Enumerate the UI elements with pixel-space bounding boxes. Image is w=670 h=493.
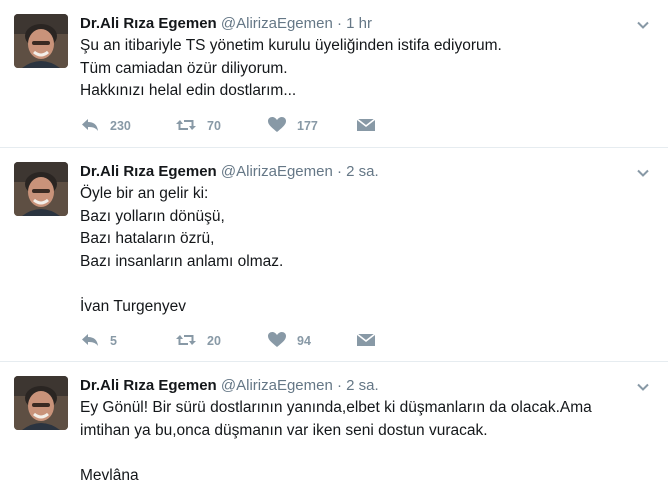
- timestamp[interactable]: 2 sa.: [346, 377, 379, 394]
- tweet-text: Ey Gönül! Bir sürü dostlarının yanında,e…: [80, 397, 592, 487]
- tweet-text: Şu an itibariyle TS yönetim kurulu üyeli…: [80, 35, 502, 103]
- reply-icon: [80, 332, 100, 351]
- tweet-header: Dr.Ali Rıza Egemen @AlirizaEgemen · 2 sa…: [80, 163, 379, 181]
- chevron-down-icon[interactable]: [636, 166, 650, 180]
- tweet-header: Dr.Ali Rıza Egemen @AlirizaEgemen · 2 sa…: [80, 377, 379, 395]
- tweet-text-line: İvan Turgenyev: [80, 297, 186, 315]
- tweet-text-line: Hakkınızı helal edin dostlarım...: [80, 82, 297, 99]
- retweet-count: 20: [207, 334, 221, 348]
- tweet-header: Dr.Ali Rıza Egemen @AlirizaEgemen · 1 hr: [80, 15, 372, 33]
- tweet-timeline: Dr.Ali Rıza Egemen @AlirizaEgemen · 1 hr…: [0, 0, 670, 493]
- reply-count: 230: [110, 119, 131, 133]
- chevron-down-icon[interactable]: [636, 18, 650, 32]
- tweet-text-line: Bazı yolların dönüşü,: [80, 207, 225, 225]
- tweet-text-line: [80, 442, 592, 465]
- tweet-text-line: Öyle bir an gelir ki:: [80, 185, 209, 202]
- envelope-icon: [356, 332, 376, 351]
- timestamp[interactable]: 1 hr: [346, 15, 372, 32]
- author-handle[interactable]: @AlirizaEgemen: [221, 15, 333, 32]
- tweet-actions: 5 20 94: [80, 331, 386, 351]
- tweet-text-line: Ey Gönül! Bir sürü dostlarının yanında,e…: [80, 399, 592, 416]
- retweet-button[interactable]: 20: [175, 332, 267, 351]
- author-name[interactable]: Dr.Ali Rıza Egemen: [80, 15, 217, 32]
- retweet-count: 70: [207, 119, 221, 133]
- avatar[interactable]: [14, 162, 68, 216]
- retweet-icon: [175, 332, 197, 351]
- retweet-button[interactable]: 70: [175, 117, 267, 136]
- tweet-text-line: Tüm camiadan özür diliyorum.: [80, 59, 288, 77]
- tweet-text-line: Bazı insanların anlamı olmaz.: [80, 252, 284, 270]
- author-name[interactable]: Dr.Ali Rıza Egemen: [80, 377, 217, 394]
- tweet[interactable]: Dr.Ali Rıza Egemen @AlirizaEgemen · 1 hr…: [0, 0, 668, 148]
- tweet-text-line: Bazı hataların özrü,: [80, 230, 215, 247]
- reply-count: 5: [110, 334, 117, 348]
- envelope-icon: [356, 117, 376, 136]
- separator: ·: [337, 163, 342, 180]
- direct-message-button[interactable]: [356, 332, 386, 351]
- tweet-text-line: imtihan ya bu,onca düşmanın var iken sen…: [80, 421, 488, 439]
- reply-button[interactable]: 5: [80, 332, 175, 351]
- like-button[interactable]: 177: [267, 116, 356, 136]
- chevron-down-icon[interactable]: [636, 380, 650, 394]
- heart-icon: [267, 116, 287, 136]
- direct-message-button[interactable]: [356, 117, 386, 136]
- tweet-text-line: [80, 273, 283, 296]
- retweet-icon: [175, 117, 197, 136]
- reply-icon: [80, 117, 100, 136]
- tweet[interactable]: Dr.Ali Rıza Egemen @AlirizaEgemen · 2 sa…: [0, 362, 668, 493]
- author-handle[interactable]: @AlirizaEgemen: [221, 163, 333, 180]
- tweet-text-line: Mevlâna: [80, 466, 139, 484]
- avatar[interactable]: [14, 376, 68, 430]
- author-name[interactable]: Dr.Ali Rıza Egemen: [80, 163, 217, 180]
- timestamp[interactable]: 2 sa.: [346, 163, 379, 180]
- separator: ·: [337, 377, 342, 394]
- tweet[interactable]: Dr.Ali Rıza Egemen @AlirizaEgemen · 2 sa…: [0, 148, 668, 362]
- tweet-text-line: Şu an itibariyle TS yönetim kurulu üyeli…: [80, 37, 502, 54]
- heart-icon: [267, 331, 287, 351]
- like-count: 94: [297, 334, 311, 348]
- tweet-actions: 230 70 177: [80, 116, 386, 136]
- tweet-text: Öyle bir an gelir ki: Bazı yolların dönü…: [80, 183, 283, 318]
- reply-button[interactable]: 230: [80, 117, 175, 136]
- author-handle[interactable]: @AlirizaEgemen: [221, 377, 333, 394]
- separator: ·: [337, 15, 342, 32]
- like-button[interactable]: 94: [267, 331, 356, 351]
- avatar[interactable]: [14, 14, 68, 68]
- like-count: 177: [297, 119, 318, 133]
